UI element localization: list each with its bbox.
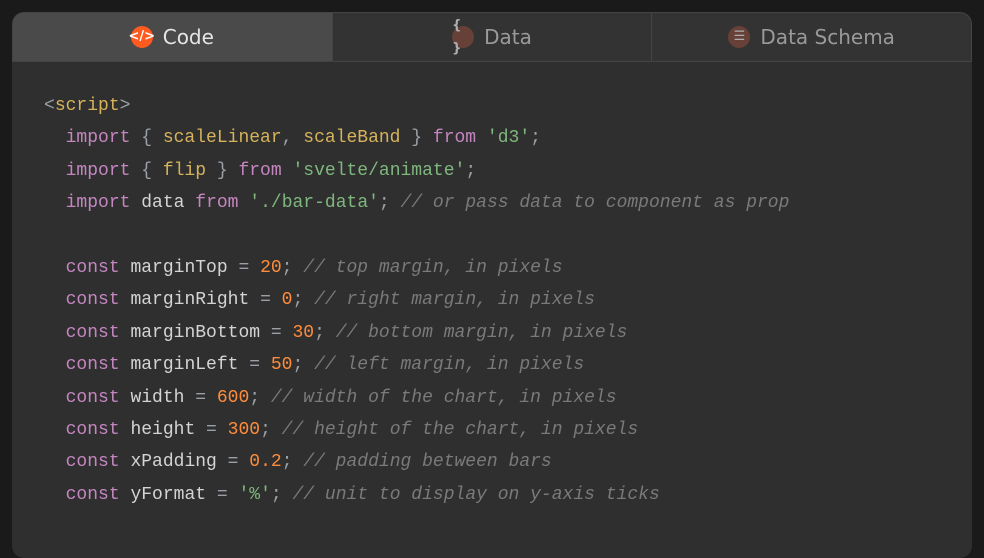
code-line: [44, 220, 952, 252]
code-line: import { scaleLinear, scaleBand } from '…: [44, 122, 952, 154]
code-line: const width = 600; // width of the chart…: [44, 382, 952, 414]
tab-data-label: Data: [484, 19, 532, 55]
code-line: <script>: [44, 90, 952, 122]
code-line: const xPadding = 0.2; // padding between…: [44, 446, 952, 478]
tab-data[interactable]: { } Data: [333, 12, 653, 62]
code-line: const yFormat = '%'; // unit to display …: [44, 479, 952, 511]
code-line: const marginBottom = 30; // bottom margi…: [44, 317, 952, 349]
code-line: const marginRight = 0; // right margin, …: [44, 284, 952, 316]
tab-bar: </> Code { } Data ☰ Data Schema: [12, 12, 972, 62]
code-line: import { flip } from 'svelte/animate';: [44, 155, 952, 187]
tab-data-schema[interactable]: ☰ Data Schema: [652, 12, 972, 62]
code-editor[interactable]: <script> import { scaleLinear, scaleBand…: [12, 62, 972, 558]
tab-schema-label: Data Schema: [760, 19, 895, 55]
editor-panel: </> Code { } Data ☰ Data Schema <script>…: [12, 12, 972, 558]
code-line: const height = 300; // height of the cha…: [44, 414, 952, 446]
data-icon: { }: [452, 26, 474, 48]
code-line: const marginTop = 20; // top margin, in …: [44, 252, 952, 284]
tab-code[interactable]: </> Code: [12, 12, 333, 62]
tab-code-label: Code: [163, 19, 214, 55]
code-line: const marginLeft = 50; // left margin, i…: [44, 349, 952, 381]
code-icon: </>: [131, 26, 153, 48]
code-line: import data from './bar-data'; // or pas…: [44, 187, 952, 219]
schema-icon: ☰: [728, 26, 750, 48]
